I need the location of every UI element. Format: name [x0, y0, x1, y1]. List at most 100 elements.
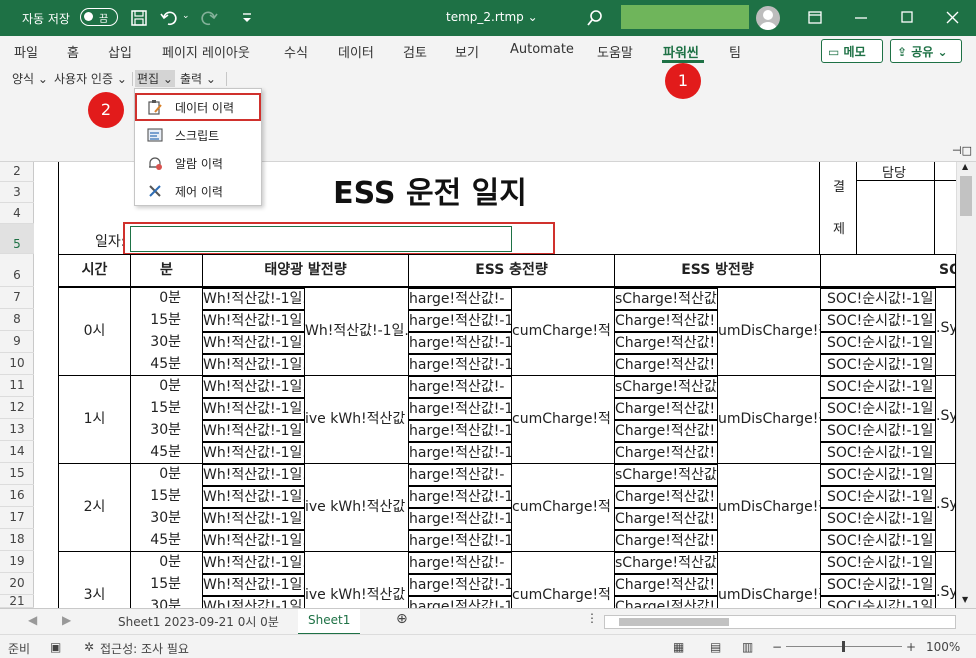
solar-block[interactable] — [202, 551, 409, 608]
accessibility-status[interactable]: 접근성: 조사 필요 — [100, 640, 189, 657]
ribbon-display-icon[interactable] — [800, 4, 830, 32]
charge-block[interactable] — [408, 551, 615, 608]
sheet-tab-active[interactable]: Sheet1 — [298, 609, 361, 635]
row-header[interactable]: 19 — [0, 551, 34, 573]
save-icon[interactable] — [128, 7, 150, 29]
undo-chevron-icon[interactable]: ⌄ — [182, 11, 190, 21]
tab-insert[interactable]: 삽입 — [108, 42, 132, 61]
approval-owner-label[interactable]: 담당 — [882, 162, 906, 181]
date-label[interactable]: 일자: — [95, 231, 125, 251]
row-header[interactable]: 14 — [0, 441, 34, 463]
tab-help[interactable]: 도움말 — [597, 42, 633, 61]
close-icon[interactable] — [938, 4, 968, 32]
prev-sheet-icon[interactable]: ◀ — [28, 613, 37, 627]
header-discharge[interactable]: ESS 방전량 — [614, 254, 821, 287]
group-user-auth[interactable]: 사용자 인증 ⌄ — [54, 70, 127, 87]
row-header[interactable]: 20 — [0, 573, 34, 595]
macro-record-icon[interactable]: ▣ — [50, 640, 61, 654]
normal-view-icon[interactable]: ▦ — [673, 640, 684, 654]
charge-block[interactable] — [408, 375, 615, 464]
charge-block[interactable] — [408, 287, 615, 376]
row-header[interactable]: 7 — [0, 287, 34, 309]
avatar[interactable] — [756, 6, 780, 30]
solar-block[interactable] — [202, 375, 409, 464]
row-header[interactable]: 18 — [0, 529, 34, 551]
hour-cell[interactable]: 2시 — [58, 463, 131, 552]
undo-icon[interactable] — [158, 7, 180, 29]
row-header[interactable]: 9 — [0, 331, 34, 353]
zoom-level[interactable]: 100% — [926, 640, 960, 654]
worksheet-grid[interactable]: 2 3 4 5 6 7 8 9 10 11 12 13 14 15 16 17 … — [0, 162, 956, 608]
zoom-in-icon[interactable]: + — [906, 640, 916, 654]
autosave-toggle[interactable]: 끔 — [80, 8, 118, 26]
row-header[interactable]: 21 — [0, 595, 34, 608]
row-header[interactable]: 17 — [0, 507, 34, 529]
row-header-selected[interactable]: 5 — [0, 224, 34, 254]
zoom-slider-thumb[interactable] — [842, 641, 845, 652]
next-sheet-icon[interactable]: ▶ — [62, 613, 71, 627]
tab-formulas[interactable]: 수식 — [284, 42, 308, 61]
minute-block[interactable] — [130, 551, 203, 608]
header-solar[interactable]: 태양광 발전량 — [202, 254, 409, 287]
scroll-up-icon[interactable]: ▲ — [962, 162, 968, 171]
minimize-icon[interactable] — [846, 4, 876, 32]
horizontal-scroll-thumb[interactable] — [619, 618, 729, 626]
tab-team[interactable]: 팀 — [729, 42, 741, 61]
vertical-scroll-thumb[interactable] — [960, 176, 972, 216]
header-soc[interactable]: SO — [820, 254, 956, 287]
discharge-block[interactable] — [614, 375, 821, 464]
page-break-view-icon[interactable]: ▥ — [742, 640, 753, 654]
add-sheet-icon[interactable]: ⊕ — [396, 611, 408, 627]
tab-file[interactable]: 파일 — [14, 42, 38, 61]
row-header[interactable]: 15 — [0, 463, 34, 485]
header-minute[interactable]: 분 — [130, 254, 203, 287]
soc-block[interactable] — [820, 375, 956, 464]
group-form[interactable]: 양식 ⌄ — [12, 70, 48, 87]
row-header[interactable]: 6 — [0, 254, 34, 287]
row-header[interactable]: 3 — [0, 182, 34, 203]
row-header[interactable]: 13 — [0, 419, 34, 441]
tab-data[interactable]: 데이터 — [338, 42, 374, 61]
group-output[interactable]: 출력 ⌄ — [180, 70, 216, 87]
search-box[interactable] — [621, 5, 749, 29]
soc-block[interactable] — [820, 287, 956, 376]
charge-block[interactable] — [408, 463, 615, 552]
row-header[interactable]: 16 — [0, 485, 34, 507]
memo-button[interactable]: ▭ 메모 — [821, 39, 883, 63]
page-layout-view-icon[interactable]: ▤ — [710, 640, 721, 654]
accessibility-icon[interactable]: ✲ — [84, 640, 94, 654]
row-header[interactable]: 12 — [0, 397, 34, 419]
hour-cell[interactable]: 3시 — [58, 551, 131, 608]
search-icon[interactable] — [584, 7, 606, 29]
discharge-block[interactable] — [614, 287, 821, 376]
vertical-scrollbar[interactable]: ▲ ▼ — [956, 162, 976, 608]
row-header[interactable]: 4 — [0, 203, 34, 224]
solar-block[interactable] — [202, 463, 409, 552]
row-header[interactable]: 8 — [0, 309, 34, 331]
discharge-block[interactable] — [614, 551, 821, 608]
file-name[interactable]: temp_2.rtmp ⌄ — [446, 10, 538, 24]
tab-page-layout[interactable]: 페이지 레이아웃 — [162, 42, 250, 61]
menu-item-data-history[interactable]: 데이터 이력 — [135, 93, 261, 121]
row-header[interactable]: 10 — [0, 353, 34, 375]
maximize-icon[interactable] — [892, 4, 922, 32]
menu-item-script[interactable]: 스크립트 — [135, 121, 261, 149]
approval-bottom-label[interactable]: 제 — [833, 218, 845, 237]
minute-block[interactable] — [130, 463, 203, 552]
customize-icon[interactable] — [236, 7, 258, 29]
tab-review[interactable]: 검토 — [403, 42, 427, 61]
sheet-options-icon[interactable]: ⋮ — [586, 611, 598, 625]
menu-item-alarm-history[interactable]: 알람 이력 — [135, 149, 261, 177]
minute-block[interactable] — [130, 287, 203, 376]
header-charge[interactable]: ESS 충전량 — [408, 254, 615, 287]
solar-block[interactable] — [202, 287, 409, 376]
date-input-cell[interactable] — [130, 226, 512, 252]
share-button[interactable]: ⇪ 공유 ⌄ — [890, 39, 962, 63]
approval-top-label[interactable]: 결 — [833, 176, 845, 195]
redo-icon[interactable] — [198, 7, 220, 29]
horizontal-scrollbar[interactable] — [604, 615, 956, 629]
soc-block[interactable] — [820, 551, 956, 608]
report-title[interactable]: ESS 운전 일지 — [250, 168, 610, 212]
scroll-down-icon[interactable]: ▼ — [962, 595, 968, 604]
tab-home[interactable]: 홈 — [67, 42, 79, 61]
